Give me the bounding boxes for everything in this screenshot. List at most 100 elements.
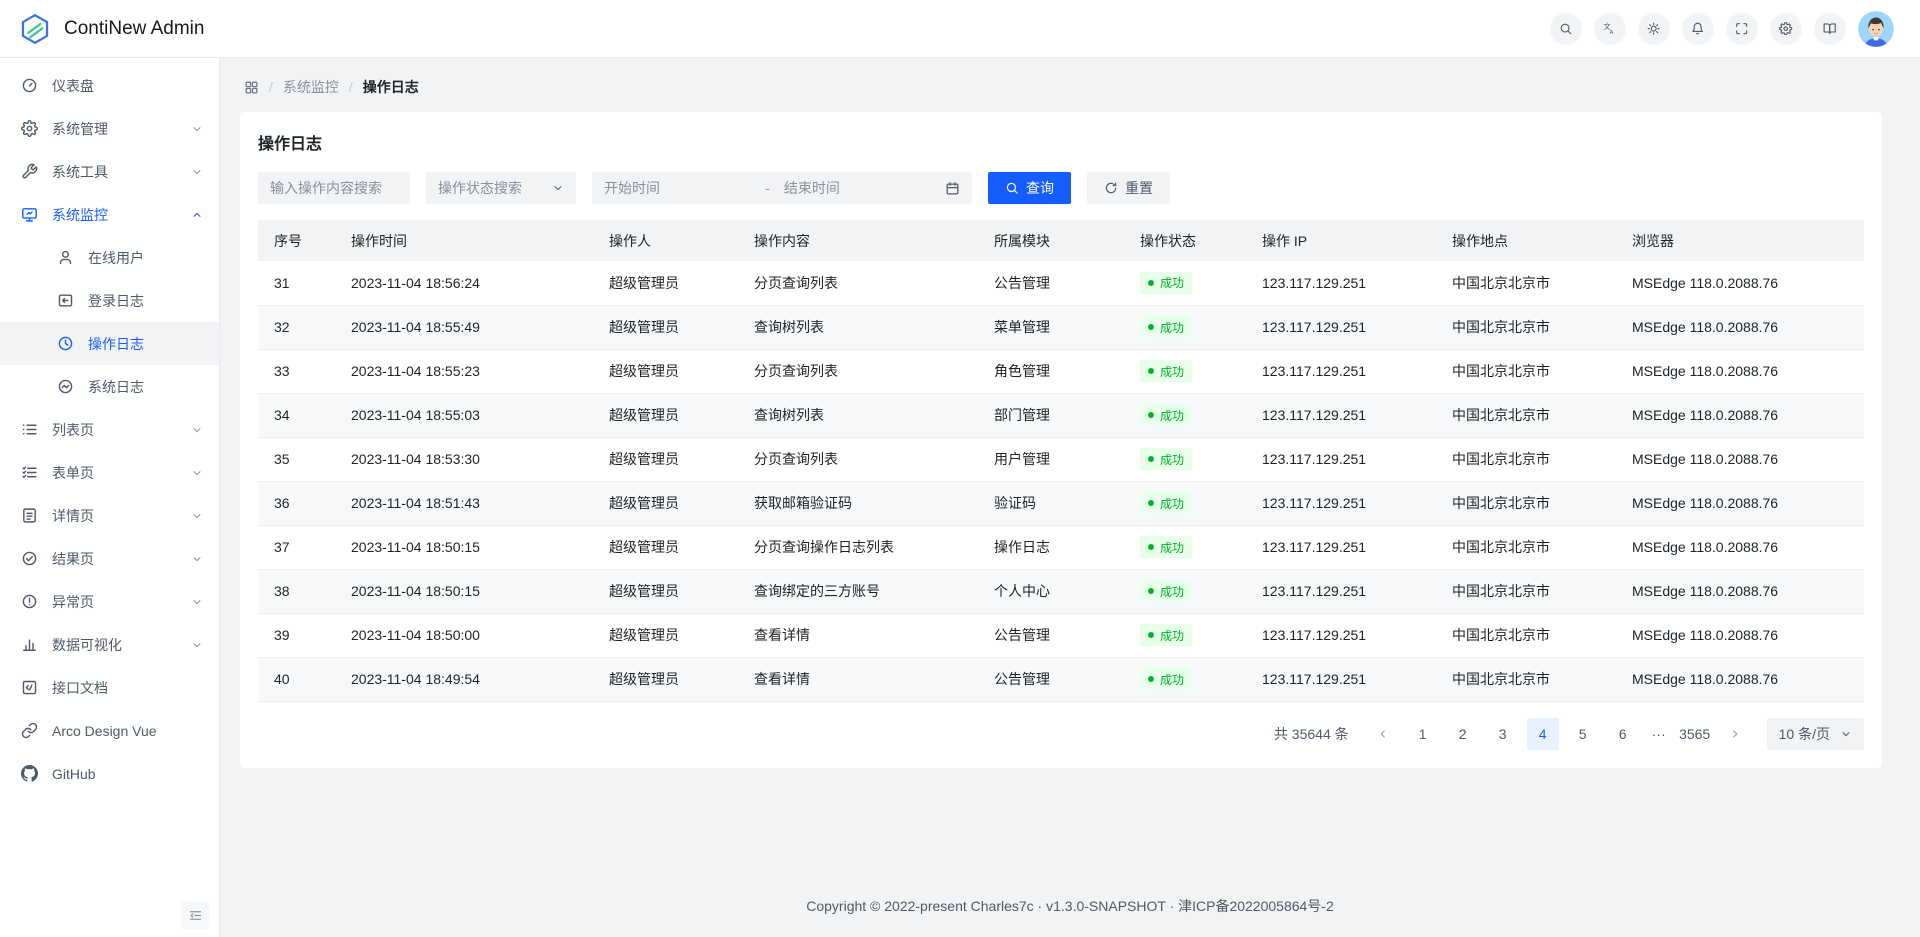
monitor-icon — [21, 206, 38, 223]
search-button[interactable]: 查询 — [988, 172, 1071, 204]
page-size-value: 10 条/页 — [1779, 724, 1830, 744]
status-dot-icon — [1148, 676, 1154, 682]
cell-no: 33 — [258, 349, 343, 393]
check-circle-icon — [21, 550, 38, 567]
cell-location: 中国北京北京市 — [1444, 613, 1624, 657]
page-ellipsis[interactable]: ··· — [1647, 726, 1671, 742]
date-range-picker[interactable]: 开始时间 - 结束时间 — [592, 172, 972, 204]
sidebar-item-api-docs[interactable]: 接口文档 — [0, 666, 219, 709]
settings-button[interactable] — [1770, 13, 1802, 45]
status-label: 成功 — [1160, 495, 1184, 512]
status-label: 成功 — [1160, 539, 1184, 556]
status-badge: 成功 — [1140, 492, 1192, 514]
status-badge: 成功 — [1140, 316, 1192, 338]
sidebar-item-system-management[interactable]: 系统管理 — [0, 107, 219, 150]
column-header: 操作状态 — [1132, 220, 1254, 261]
chevron-down-icon — [191, 639, 203, 651]
status-badge: 成功 — [1140, 624, 1192, 646]
sidebar-item-list-pages[interactable]: 列表页 — [0, 408, 219, 451]
sidebar-item-system-tools[interactable]: 系统工具 — [0, 150, 219, 193]
breadcrumb-item-system-monitor[interactable]: 系统监控 — [283, 77, 339, 97]
gear-icon — [1779, 22, 1792, 35]
sidebar-item-exception-pages[interactable]: 异常页 — [0, 580, 219, 623]
user-icon — [57, 249, 74, 266]
cell-no: 34 — [258, 393, 343, 437]
operation-content-search-input[interactable] — [258, 172, 410, 204]
previous-page-button[interactable] — [1367, 718, 1399, 750]
status-label: 成功 — [1160, 583, 1184, 600]
table-header-row: 序号操作时间操作人操作内容所属模块操作状态操作 IP操作地点浏览器 — [258, 220, 1864, 261]
search-icon — [1559, 22, 1572, 35]
translate-button[interactable]: 文A — [1594, 13, 1626, 45]
chevron-down-icon — [191, 510, 203, 522]
page-button-3[interactable]: 3 — [1487, 718, 1519, 750]
sidebar-item-result-pages[interactable]: 结果页 — [0, 537, 219, 580]
sidebar-item-dashboard[interactable]: 仪表盘 — [0, 64, 219, 107]
status-label: 成功 — [1160, 451, 1184, 468]
start-date-placeholder: 开始时间 — [604, 178, 765, 198]
cell-operator: 超级管理员 — [601, 349, 746, 393]
fullscreen-button[interactable] — [1726, 13, 1758, 45]
sidebar-item-system-monitor[interactable]: 系统监控 — [0, 193, 219, 236]
cell-status: 成功 — [1132, 393, 1254, 437]
cell-operator: 超级管理员 — [601, 613, 746, 657]
sidebar-item-form-pages[interactable]: 表单页 — [0, 451, 219, 494]
reset-button[interactable]: 重置 — [1087, 172, 1170, 204]
page-button-4[interactable]: 4 — [1527, 718, 1559, 750]
page-button-5[interactable]: 5 — [1567, 718, 1599, 750]
page-button-1[interactable]: 1 — [1407, 718, 1439, 750]
cell-status: 成功 — [1132, 481, 1254, 525]
user-avatar[interactable] — [1858, 11, 1894, 47]
apps-icon[interactable] — [244, 80, 259, 95]
status-label: 成功 — [1160, 319, 1184, 336]
clock-icon — [57, 335, 74, 352]
cell-ip: 123.117.129.251 — [1254, 481, 1444, 525]
table-row: 362023-11-04 18:51:43超级管理员获取邮箱验证码验证码成功12… — [258, 481, 1864, 525]
next-page-button[interactable] — [1719, 718, 1751, 750]
sidebar-item-system-log[interactable]: 系统日志 — [0, 365, 219, 408]
page-button-2[interactable]: 2 — [1447, 718, 1479, 750]
cell-browser: MSEdge 118.0.2088.76 — [1624, 261, 1864, 305]
column-header: 操作时间 — [343, 220, 601, 261]
cell-browser: MSEdge 118.0.2088.76 — [1624, 613, 1864, 657]
cell-content: 查看详情 — [746, 657, 986, 701]
sidebar-item-data-visualization[interactable]: 数据可视化 — [0, 623, 219, 666]
cell-status: 成功 — [1132, 569, 1254, 613]
sidebar-item-github[interactable]: GitHub — [0, 752, 219, 795]
cell-module: 公告管理 — [986, 261, 1132, 305]
cell-module: 用户管理 — [986, 437, 1132, 481]
search-button[interactable] — [1550, 13, 1582, 45]
sidebar-item-detail-pages[interactable]: 详情页 — [0, 494, 219, 537]
search-icon — [1005, 181, 1019, 195]
cell-ip: 123.117.129.251 — [1254, 525, 1444, 569]
cell-location: 中国北京北京市 — [1444, 437, 1624, 481]
cell-content: 分页查询列表 — [746, 261, 986, 305]
status-dot-icon — [1148, 500, 1154, 506]
theme-button[interactable] — [1638, 13, 1670, 45]
cell-time: 2023-11-04 18:50:00 — [343, 613, 601, 657]
bar-chart-icon — [21, 636, 38, 653]
page-button-3565[interactable]: 3565 — [1679, 718, 1711, 750]
cell-operator: 超级管理员 — [601, 569, 746, 613]
collapse-sidebar-button[interactable] — [181, 901, 209, 929]
column-header: 浏览器 — [1624, 220, 1864, 261]
status-label: 成功 — [1160, 627, 1184, 644]
sidebar-item-arco-design-vue[interactable]: Arco Design Vue — [0, 709, 219, 752]
sidebar-item-operation-log[interactable]: 操作日志 — [0, 322, 219, 365]
book-icon — [1823, 22, 1836, 35]
sidebar-item-login-log[interactable]: 登录日志 — [0, 279, 219, 322]
sidebar-item-online-users[interactable]: 在线用户 — [0, 236, 219, 279]
page-button-6[interactable]: 6 — [1607, 718, 1639, 750]
sidebar-item-label: Arco Design Vue — [52, 723, 203, 739]
docs-button[interactable] — [1814, 13, 1846, 45]
continew-logo-icon — [18, 12, 52, 46]
sidebar-menu: 仪表盘系统管理系统工具系统监控在线用户登录日志操作日志系统日志列表页表单页详情页… — [0, 64, 219, 795]
page-size-select[interactable]: 10 条/页 — [1767, 718, 1864, 750]
operation-status-select[interactable]: 操作状态搜索 — [426, 172, 576, 204]
cell-time: 2023-11-04 18:50:15 — [343, 569, 601, 613]
sidebar-item-label: 登录日志 — [88, 291, 203, 311]
notifications-button[interactable] — [1682, 13, 1714, 45]
refresh-icon — [1104, 181, 1118, 195]
cell-time: 2023-11-04 18:55:03 — [343, 393, 601, 437]
status-dot-icon — [1148, 324, 1154, 330]
